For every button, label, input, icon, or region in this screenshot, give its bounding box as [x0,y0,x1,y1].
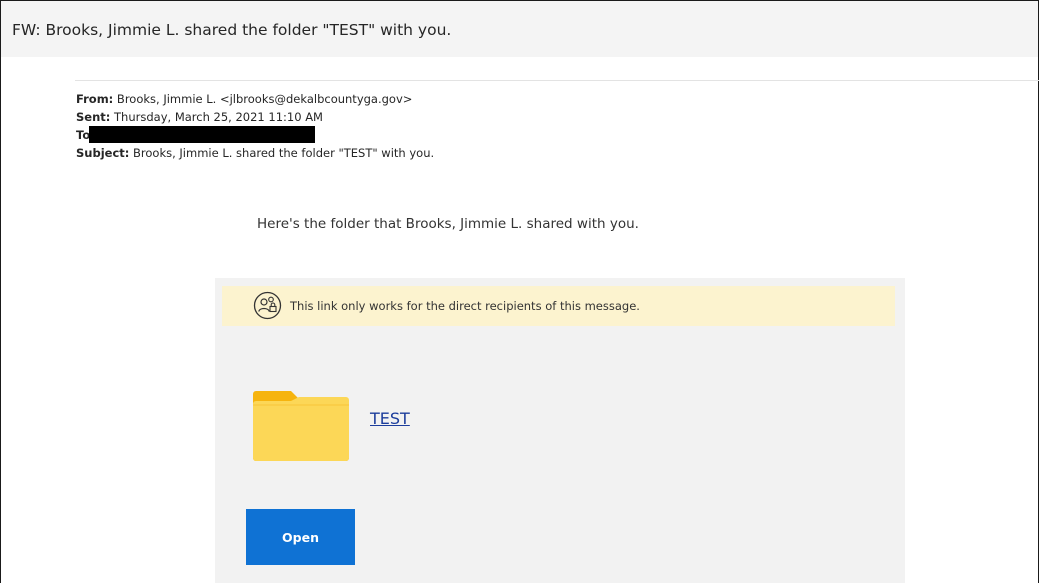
open-button[interactable]: Open [246,509,355,565]
sent-label: Sent: [76,110,111,124]
notice-text: This link only works for the direct reci… [290,299,640,313]
subject-line: Subject: Brooks, Jimmie L. shared the fo… [76,146,434,160]
sent-line: Sent: Thursday, March 25, 2021 11:10 AM [76,110,323,124]
subject-label: Subject: [76,146,130,160]
redacted-recipient [89,126,315,143]
folder-icon [253,391,349,461]
subject-value: Brooks, Jimmie L. shared the folder "TES… [129,146,435,160]
email-subject-title: FW: Brooks, Jimmie L. shared the folder … [12,21,452,39]
folder-name-link[interactable]: TEST [370,409,410,428]
from-label: From: [76,92,114,106]
header-divider [75,80,1039,81]
share-intro-text: Here's the folder that Brooks, Jimmie L.… [257,216,639,232]
from-value[interactable]: Brooks, Jimmie L. <jlbrooks@dekalbcounty… [113,92,412,106]
people-lock-icon [253,291,282,320]
from-line: From: Brooks, Jimmie L. <jlbrooks@dekalb… [76,92,412,106]
sent-value: Thursday, March 25, 2021 11:10 AM [110,110,323,124]
subject-bar: FW: Brooks, Jimmie L. shared the folder … [1,1,1038,57]
